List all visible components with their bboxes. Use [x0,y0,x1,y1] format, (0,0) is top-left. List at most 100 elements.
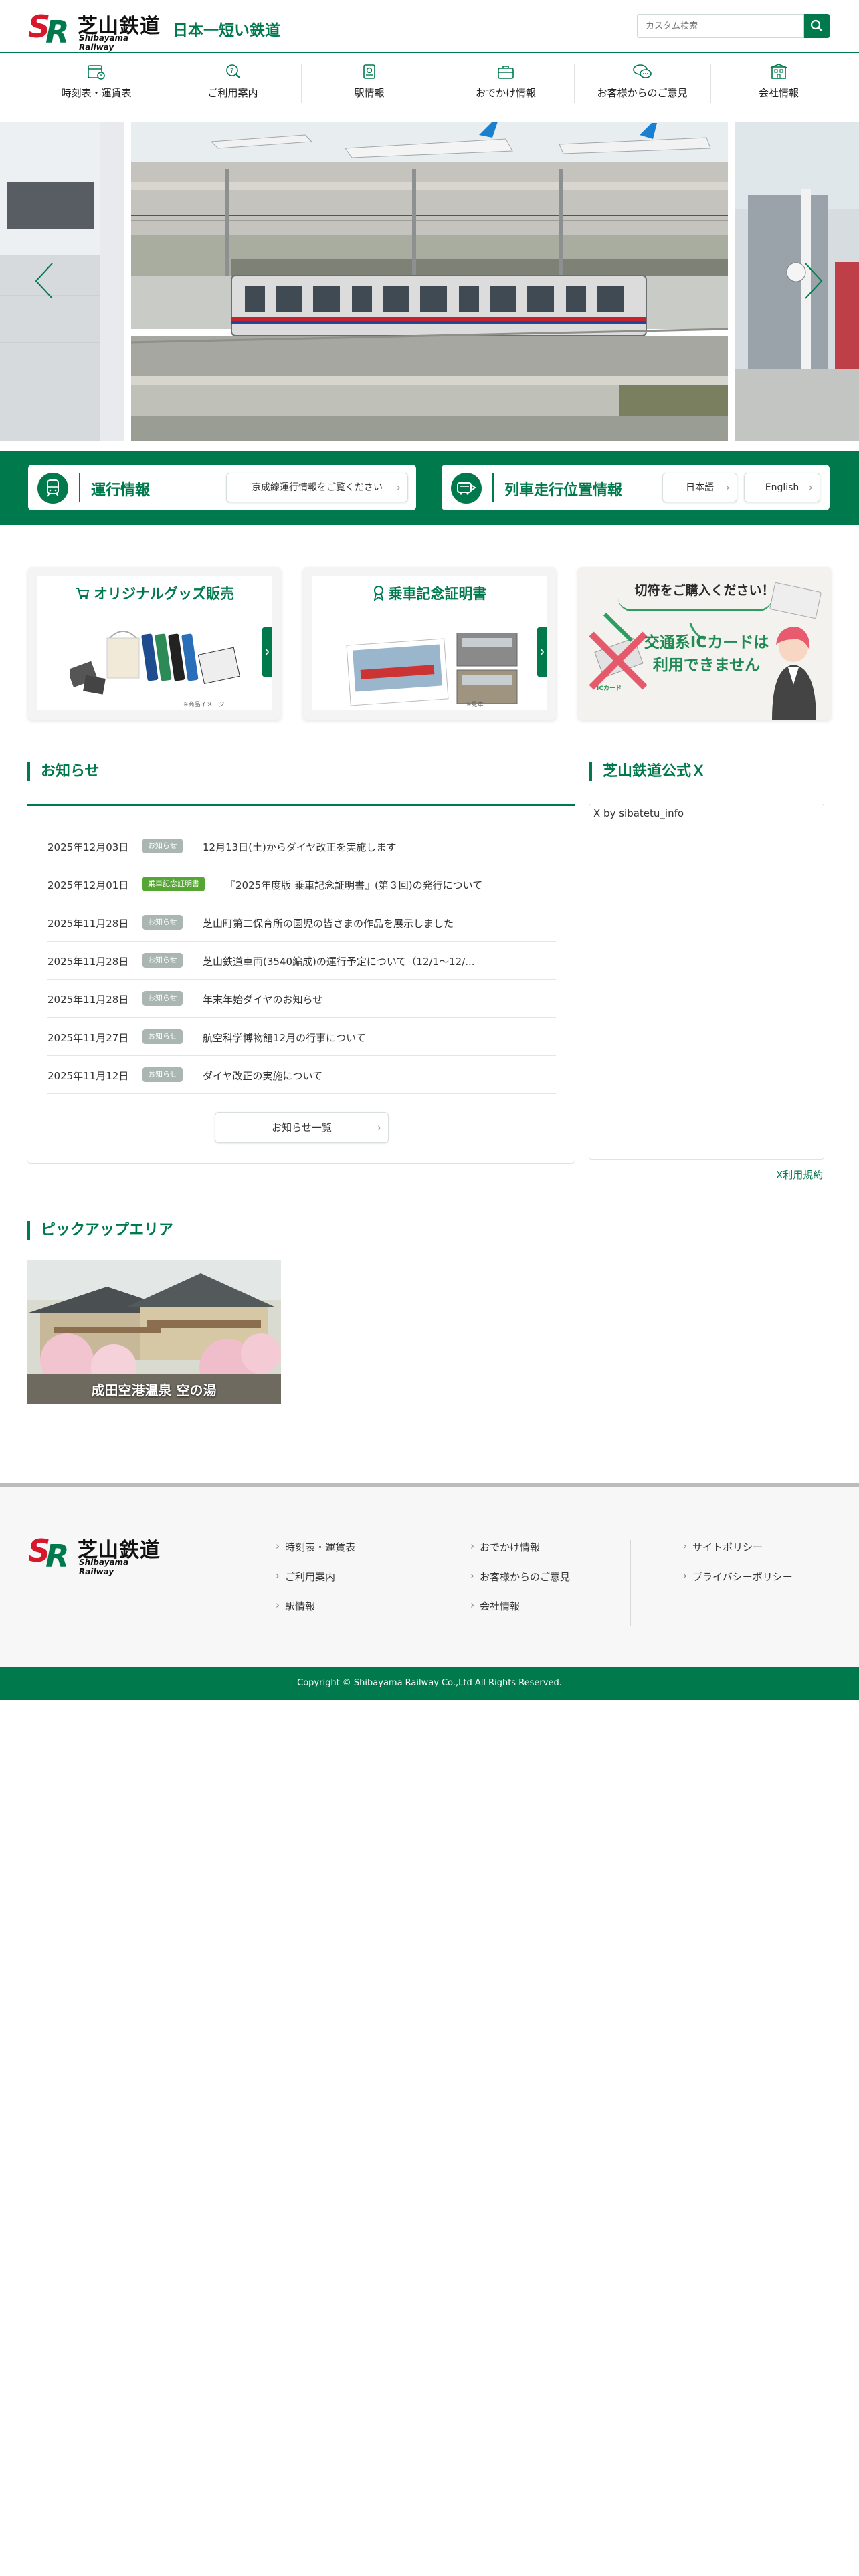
carousel-slide-prev[interactable] [0,122,124,441]
footer-logo[interactable]: S R 芝山鉄道 Shibayama Railway [27,1532,161,1576]
footer-logo-subtext: Shibayama Railway [79,1558,129,1576]
footer-col-1: 時刻表・運賃表 ご利用案内 駅情報 [276,1540,423,1626]
news-tag: お知らせ [142,1029,183,1044]
banner-title-text: オリジナルグッズ販売 [94,586,234,602]
footer-link-site-policy[interactable]: サイトポリシー [683,1540,763,1554]
language-english-button[interactable]: English [744,473,820,502]
nav-item-feedback[interactable]: お客様からのご意見 [574,62,710,106]
footer-link-privacy-policy[interactable]: プライバシーポリシー [683,1570,793,1584]
news-list-more-button[interactable]: お知らせ一覧 [215,1112,389,1143]
nav-item-guide[interactable]: ? ご利用案内 [165,62,301,106]
banner-note: ※見本 [466,702,484,708]
train-location-icon [451,473,482,504]
main-nav: 時刻表・運賃表 ? ご利用案内 駅情報 おでかけ情報 お客様からのご意見 会社情… [0,55,859,112]
news-title[interactable]: 『2025年度版 乗車記念証明書』(第３回)の発行について [225,878,482,892]
pickup-heading: ピックアップエリア [27,1221,173,1240]
news-item[interactable]: 2025年11月12日 お知らせ ダイヤ改正の実施について [47,1056,556,1094]
pickup-item-label: 成田空港温泉 空の湯 [91,1382,217,1398]
ic-notice-line1: 交通系ICカードは [644,634,769,651]
building-icon [770,64,787,79]
news-title[interactable]: 12月13日(土)からダイヤ改正を実施します [203,840,396,854]
footer-link-company[interactable]: 会社情報 [470,1599,520,1613]
search-button[interactable] [804,14,830,38]
hero-carousel[interactable] [0,122,859,441]
news-item[interactable]: 2025年11月27日 お知らせ 航空科学博物館12月の行事について [47,1018,556,1056]
nav-label: 時刻表・運賃表 [61,87,132,99]
train-location-title: 列車走行位置情報 [504,482,623,499]
news-tag: お知らせ [142,953,183,968]
footer-link-timetable[interactable]: 時刻表・運賃表 [276,1540,355,1554]
search-input[interactable] [637,14,804,38]
x-timeline-embed[interactable]: X by sibatetu_info [589,804,824,1160]
status-band: 運行情報 京成線運行情報をご覧ください 列車走行位置情報 日本語 English [0,451,859,525]
news-item[interactable]: 2025年12月03日 お知らせ 12月13日(土)からダイヤ改正を実施します [47,827,556,865]
news-title[interactable]: 航空科学博物館12月の行事について [203,1031,366,1045]
train-photo [131,122,728,441]
certificate-image [346,633,518,706]
train-location-card: 列車走行位置情報 日本語 English [442,465,830,510]
ic-card-label: ICカード [597,685,622,692]
nav-label: おでかけ情報 [475,87,536,99]
site-header: S R 芝山鉄道 Shibayama Railway 日本一短い鉄道 [0,0,859,53]
footer-link-guide[interactable]: ご利用案内 [276,1570,335,1584]
banner-ride-certificate[interactable]: 乗車記念証明書 ※見本 [303,567,556,720]
nav-label: ご利用案内 [207,87,258,99]
news-list: 2025年12月03日 お知らせ 12月13日(土)からダイヤ改正を実施します … [27,804,575,1164]
carousel-next-arrow[interactable] [800,261,827,301]
news-title[interactable]: 芝山鉄道車両(3540編成)の運行予定について（12/1〜12/... [203,954,475,968]
site-footer: S R 芝山鉄道 Shibayama Railway 時刻表・運賃表 ご利用案内… [0,1483,859,1667]
footer-col-2: おでかけ情報 お客様からのご意見 会社情報 [427,1540,629,1626]
slide-next-image [735,122,859,441]
sr-logo-mark: S R [28,1533,69,1570]
news-heading: お知らせ [27,762,100,781]
news-date: 2025年11月28日 [47,918,129,930]
x-terms-link[interactable]: X利用規約 [776,1168,823,1182]
banner-note: ※商品イメージ [183,702,225,708]
svg-text:R: R [45,1538,69,1570]
operation-info-link[interactable]: 京成線運行情報をご覧ください [226,473,408,502]
logo-subtext: Shibayama Railway [79,33,129,52]
timetable-icon [88,65,105,80]
operation-info-card: 運行情報 京成線運行情報をご覧ください [28,465,416,510]
banner-original-goods[interactable]: オリジナルグッズ販売 ※商品イメージ [28,567,281,720]
news-tag: お知らせ [142,915,183,930]
news-item[interactable]: 2025年11月28日 お知らせ 芝山町第二保育所の園児の皆さまの作品を展示しま… [47,903,556,942]
footer-link-feedback[interactable]: お客様からのご意見 [470,1570,570,1584]
news-tag: お知らせ [142,991,183,1006]
nav-label: 会社情報 [758,87,799,99]
language-japanese-button[interactable]: 日本語 [662,473,737,502]
nav-item-station[interactable]: 駅情報 [301,62,438,106]
speech-bubble-icon [633,64,652,78]
news-title[interactable]: 芝山町第二保育所の園児の皆さまの作品を展示しました [203,916,454,930]
speech-line [618,598,772,611]
divider [79,473,80,502]
news-title[interactable]: ダイヤ改正の実施について [203,1069,322,1083]
site-logo[interactable]: S R 芝山鉄道 Shibayama Railway [27,8,161,52]
x-timeline-link[interactable]: X by sibatetu_info [593,807,684,819]
banner-title-text: 乗車記念証明書 [388,586,487,602]
nav-item-timetable[interactable]: 時刻表・運賃表 [28,62,165,106]
site-tagline: 日本一短い鉄道 [173,22,280,39]
banner-title: 乗車記念証明書 [312,583,547,603]
banner-body: オリジナルグッズ販売 ※商品イメージ [37,576,272,710]
pickup-item-sora-no-yu[interactable]: 成田空港温泉 空の湯 [27,1260,281,1404]
svg-text:?: ? [230,68,233,75]
banner-arrow-tab [537,627,547,677]
carousel-slide-next[interactable] [735,122,859,441]
footer-col-3: サイトポリシー プライバシーポリシー [630,1540,831,1626]
ic-notice-line2: 利用できません [652,657,761,674]
nav-item-outing[interactable]: おでかけ情報 [438,62,574,106]
footer-link-outing[interactable]: おでかけ情報 [470,1540,540,1554]
goods-image [70,631,240,695]
news-item[interactable]: 2025年12月01日 乗車記念証明書 『2025年度版 乗車記念証明書』(第３… [47,865,556,903]
news-item[interactable]: 2025年11月28日 お知らせ 芝山鉄道車両(3540編成)の運行予定について… [47,942,556,980]
footer-link-station[interactable]: 駅情報 [276,1599,315,1613]
news-tag: 乗車記念証明書 [142,877,205,891]
banner-ic-card-notice[interactable]: 切符をご購入ください！ 交通系ICカードは 利用できません ICカード [578,567,831,720]
carousel-slide-active[interactable] [131,122,728,441]
news-title[interactable]: 年末年始ダイヤのお知らせ [203,992,322,1006]
news-item[interactable]: 2025年11月28日 お知らせ 年末年始ダイヤのお知らせ [47,980,556,1018]
nav-item-company[interactable]: 会社情報 [710,62,847,106]
carousel-prev-arrow[interactable] [31,261,58,301]
slide-prev-image [0,122,124,441]
